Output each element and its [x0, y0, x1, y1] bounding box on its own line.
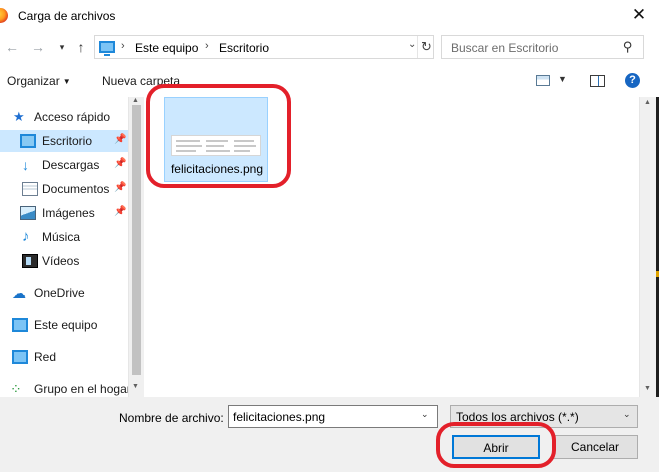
network-icon: [12, 350, 28, 364]
organize-label: Organizar: [7, 74, 60, 88]
music-icon: ♪: [22, 228, 30, 245]
navigation-pane-scrollbar[interactable]: ▲ ▼: [128, 97, 144, 397]
scroll-down-icon[interactable]: ▼: [132, 383, 139, 390]
search-placeholder: Buscar en Escritorio: [451, 41, 559, 55]
computer-icon: [12, 318, 28, 332]
sidebar-item-label: Música: [42, 230, 81, 244]
forward-arrow-icon[interactable]: →: [29, 38, 47, 56]
sidebar-item-red[interactable]: Red: [0, 346, 128, 368]
filename-value: felicitaciones.png: [233, 410, 326, 424]
breadcrumb-separator-icon: ›: [121, 40, 125, 52]
scroll-up-icon[interactable]: ▲: [644, 99, 651, 106]
sidebar-item-label: OneDrive: [34, 286, 85, 300]
scroll-down-icon[interactable]: ▼: [644, 385, 651, 392]
star-icon: ★: [13, 109, 25, 124]
homegroup-icon: ⁘: [10, 381, 22, 397]
sidebar-item-label: Grupo en el hogar: [34, 382, 131, 396]
sidebar-item-label: Imágenes: [42, 206, 95, 220]
computer-icon: [99, 41, 115, 56]
file-type-value: Todos los archivos (*.*): [456, 410, 579, 424]
breadcrumb-separator-icon: ›: [205, 40, 209, 52]
filename-label: Nombre de archivo:: [119, 411, 224, 425]
chevron-down-icon: ▼: [62, 77, 71, 86]
sidebar-item-musica[interactable]: ♪ Música: [0, 226, 128, 248]
chevron-down-icon[interactable]: ⌄: [421, 409, 429, 420]
title-bar: Carga de archivos ✕: [0, 0, 659, 31]
new-folder-button[interactable]: Nueva carpeta: [102, 74, 180, 88]
navigation-pane: ★ Acceso rápido Escritorio 📌 ↓ Descargas…: [0, 97, 144, 397]
address-bar[interactable]: › Este equipo › Escritorio ⌄ ↻: [94, 35, 434, 59]
filename-input[interactable]: felicitaciones.png ⌄: [228, 405, 438, 428]
help-icon[interactable]: ?: [625, 73, 640, 88]
sidebar-item-label: Acceso rápido: [34, 110, 111, 124]
sidebar-item-label: Escritorio: [42, 134, 93, 148]
sidebar-item-label: Descargas: [42, 158, 100, 172]
file-item[interactable]: felicitaciones.png: [164, 97, 268, 182]
desktop-icon: [20, 134, 36, 148]
open-button[interactable]: Abrir: [452, 435, 540, 459]
sidebar-item-grupo-hogar[interactable]: ⁘ Grupo en el hogar: [0, 378, 131, 397]
chevron-down-icon: ⌄: [623, 409, 631, 419]
refresh-icon[interactable]: ↻: [417, 36, 435, 58]
file-thumbnail: [171, 135, 261, 156]
video-icon: [22, 254, 38, 268]
search-input[interactable]: Buscar en Escritorio ⚲: [441, 35, 644, 59]
file-list-scrollbar[interactable]: ▲ ▼: [639, 97, 656, 397]
file-list: felicitaciones.png: [144, 97, 639, 397]
sidebar-item-label: Este equipo: [34, 318, 98, 332]
sidebar-item-videos[interactable]: Vídeos: [0, 250, 128, 272]
back-arrow-icon[interactable]: ←: [3, 38, 21, 56]
address-history-chevron-icon[interactable]: ⌄: [408, 39, 416, 50]
view-options-chevron-icon[interactable]: ▼: [558, 74, 567, 84]
breadcrumb-escritorio[interactable]: Escritorio: [219, 41, 269, 55]
sidebar-item-label: Vídeos: [42, 254, 80, 268]
document-icon: [22, 182, 38, 196]
sidebar-item-onedrive[interactable]: ☁ OneDrive: [0, 282, 128, 304]
window-title: Carga de archivos: [18, 9, 116, 23]
preview-pane-icon[interactable]: [590, 75, 605, 87]
pin-icon: 📌: [114, 134, 127, 145]
firefox-icon: [0, 7, 10, 23]
change-view-icon[interactable]: [536, 75, 550, 86]
sidebar-item-este-equipo[interactable]: Este equipo: [0, 314, 128, 336]
sidebar-item-documentos[interactable]: Documentos 📌: [0, 178, 128, 200]
sidebar-item-descargas[interactable]: ↓ Descargas 📌: [0, 154, 128, 176]
recent-locations-chevron-icon[interactable]: ▾: [53, 38, 71, 56]
close-icon[interactable]: ✕: [628, 4, 650, 26]
sidebar-item-label: Documentos: [42, 182, 110, 196]
file-name: felicitaciones.png: [170, 162, 264, 176]
scroll-up-icon[interactable]: ▲: [132, 97, 139, 104]
search-icon[interactable]: ⚲: [623, 39, 633, 55]
scrollbar-thumb[interactable]: [132, 105, 141, 375]
cancel-button[interactable]: Cancelar: [552, 435, 638, 459]
sidebar-item-escritorio[interactable]: Escritorio 📌: [0, 130, 128, 152]
file-type-select[interactable]: Todos los archivos (*.*) ⌄: [450, 405, 638, 428]
organize-button[interactable]: Organizar ▼: [7, 74, 71, 88]
download-icon: ↓: [22, 157, 29, 173]
onedrive-icon: ☁: [12, 285, 26, 301]
image-icon: [20, 206, 36, 220]
dialog-footer: Nombre de archivo: felicitaciones.png ⌄ …: [0, 397, 659, 472]
pin-icon: 📌: [114, 206, 127, 217]
breadcrumb-este-equipo[interactable]: Este equipo: [135, 41, 198, 55]
up-arrow-icon[interactable]: ↑: [72, 38, 90, 56]
sidebar-item-imagenes[interactable]: Imágenes 📌: [0, 202, 128, 224]
sidebar-item-label: Red: [34, 350, 57, 364]
pin-icon: 📌: [114, 158, 127, 169]
command-toolbar: Organizar ▼ Nueva carpeta ▼ ?: [0, 63, 659, 97]
pin-icon: 📌: [114, 182, 127, 193]
navigation-bar: ← → ▾ ↑ › Este equipo › Escritorio ⌄ ↻ B…: [0, 31, 659, 63]
sidebar-item-acceso-rapido[interactable]: ★ Acceso rápido: [0, 106, 128, 128]
